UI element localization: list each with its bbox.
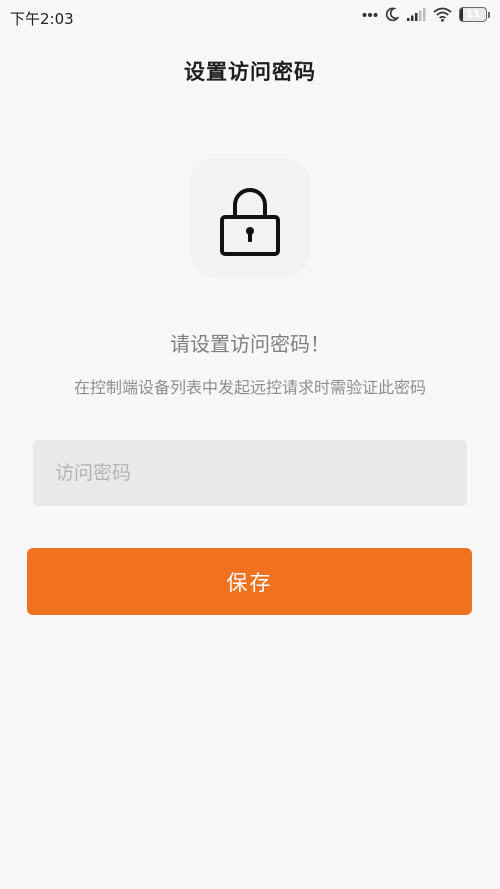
wifi-icon <box>433 7 452 22</box>
battery-icon: 11 <box>459 7 487 22</box>
lock-icon <box>220 188 280 256</box>
lock-tile <box>190 158 310 278</box>
dots-icon <box>362 12 378 17</box>
prompt-description: 在控制端设备列表中发起远控请求时需验证此密码 <box>73 378 426 397</box>
password-input[interactable] <box>33 440 467 506</box>
battery-cap <box>488 11 490 18</box>
prompt-heading: 请设置访问密码！ <box>170 332 330 356</box>
status-bar: 下午2:03 11 <box>0 0 500 34</box>
status-icons: 11 <box>362 7 490 22</box>
page-title: 设置访问密码 <box>184 60 316 84</box>
save-button[interactable]: 保存 <box>27 548 472 615</box>
status-time: 下午2:03 <box>10 10 74 28</box>
moon-icon <box>385 7 399 22</box>
battery-level: 11 <box>466 9 480 20</box>
signal-icon <box>407 7 426 21</box>
